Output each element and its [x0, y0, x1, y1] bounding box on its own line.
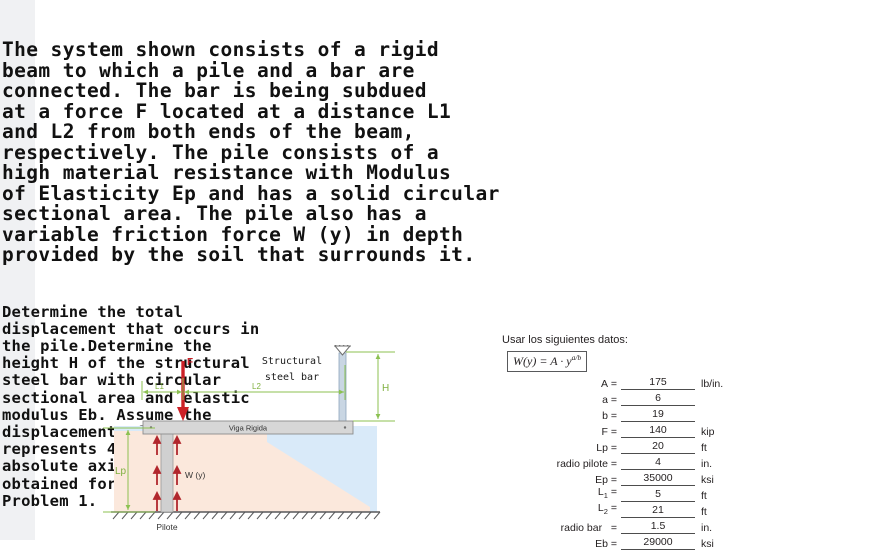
given-data-value: 1.5 — [621, 520, 695, 534]
given-data-label: L2 = — [597, 501, 617, 516]
given-data-value: 29000 — [621, 536, 695, 550]
beam-pin-right — [343, 426, 347, 429]
given-data-panel: Usar los siguientes datos: W(y) = A · ya… — [480, 330, 780, 550]
given-data-value: 6 — [621, 392, 695, 406]
given-data-label: L1 = — [597, 485, 617, 500]
given-data-row: Eb = 29000 ksi — [480, 534, 780, 550]
given-data-row: F = 140 kip — [480, 422, 780, 438]
given-data-label: A = — [600, 378, 617, 390]
given-data-label: radio pilote = — [556, 458, 617, 470]
steel-bar-label-line1: Structural — [262, 356, 322, 367]
given-data-unit: in. — [701, 458, 713, 470]
problem-statement-paragraph-1: The system shown consists of a rigid bea… — [2, 38, 500, 266]
pile-column — [160, 426, 174, 513]
given-data-row: radio pilote = 4 in. — [480, 454, 780, 470]
friction-formula-exponent: a/b — [571, 353, 582, 362]
given-data-row: radio bar = 1.5 in. — [480, 518, 780, 534]
pile-beam-diagram: Viga Rigida F W (y) L1 L2 H Lp Pilote St… — [95, 345, 455, 540]
dimension-H-label: H — [382, 383, 389, 394]
given-data-value: 20 — [621, 440, 695, 454]
given-data-value: 175 — [621, 376, 695, 390]
given-data-unit: ft — [701, 442, 707, 454]
given-data-label: Ep = — [595, 474, 617, 486]
given-data-row: Ep = 35000 ksi — [480, 470, 780, 486]
given-data-unit: lb/in. — [701, 378, 724, 390]
force-label: F — [187, 357, 193, 368]
screenshot-root: The system shown consists of a rigid bea… — [0, 0, 876, 550]
given-data-value: 21 — [621, 504, 695, 518]
steel-bar-label-line2: steel bar — [265, 372, 319, 383]
dimension-L2-label: L2 — [252, 382, 261, 391]
friction-formula: W(y) = A · ya/b — [507, 351, 588, 372]
friction-label: W (y) — [185, 470, 205, 480]
given-data-unit: ft — [701, 506, 707, 518]
given-data-unit: ft — [701, 490, 707, 502]
pile-label: Pilote — [156, 522, 178, 532]
given-data-value: 5 — [621, 488, 695, 502]
given-data-row: L1 = 5 ft — [480, 486, 780, 502]
given-data-label: a = — [602, 394, 617, 406]
given-data-unit: in. — [701, 522, 713, 534]
pin-support-icon — [333, 345, 352, 356]
given-data-row: a = 6 — [480, 390, 780, 406]
given-data-row: Lp = 20 ft — [480, 438, 780, 454]
given-data-label: radio bar = — [560, 522, 617, 534]
given-data-rows: A = 175 lb/in. a = 6 b = 19 F = 140 kip Lp = 20 ft ra… — [480, 374, 780, 550]
given-data-unit: kip — [701, 426, 715, 438]
given-data-label: Lp = — [596, 442, 617, 454]
given-data-value: 140 — [621, 424, 695, 438]
given-data-value: 4 — [621, 456, 695, 470]
given-data-heading: Usar los siguientes datos: — [502, 334, 628, 346]
rigid-beam-label: Viga Rigida — [229, 424, 268, 433]
given-data-value: 35000 — [621, 472, 695, 486]
given-data-row: A = 175 lb/in. — [480, 374, 780, 390]
given-data-row: b = 19 — [480, 406, 780, 422]
given-data-label: b = — [602, 410, 617, 422]
ground-hatching — [112, 511, 381, 520]
friction-formula-expression: W(y) = A · y — [513, 354, 572, 368]
dimension-Lp-label: Lp — [115, 466, 127, 477]
dimension-L1-label: L1 — [155, 382, 164, 391]
given-data-label: F = — [601, 426, 617, 438]
given-data-unit: ksi — [701, 474, 714, 486]
given-data-row: L2 = 21 ft — [480, 502, 780, 518]
given-data-value: 19 — [621, 408, 695, 422]
